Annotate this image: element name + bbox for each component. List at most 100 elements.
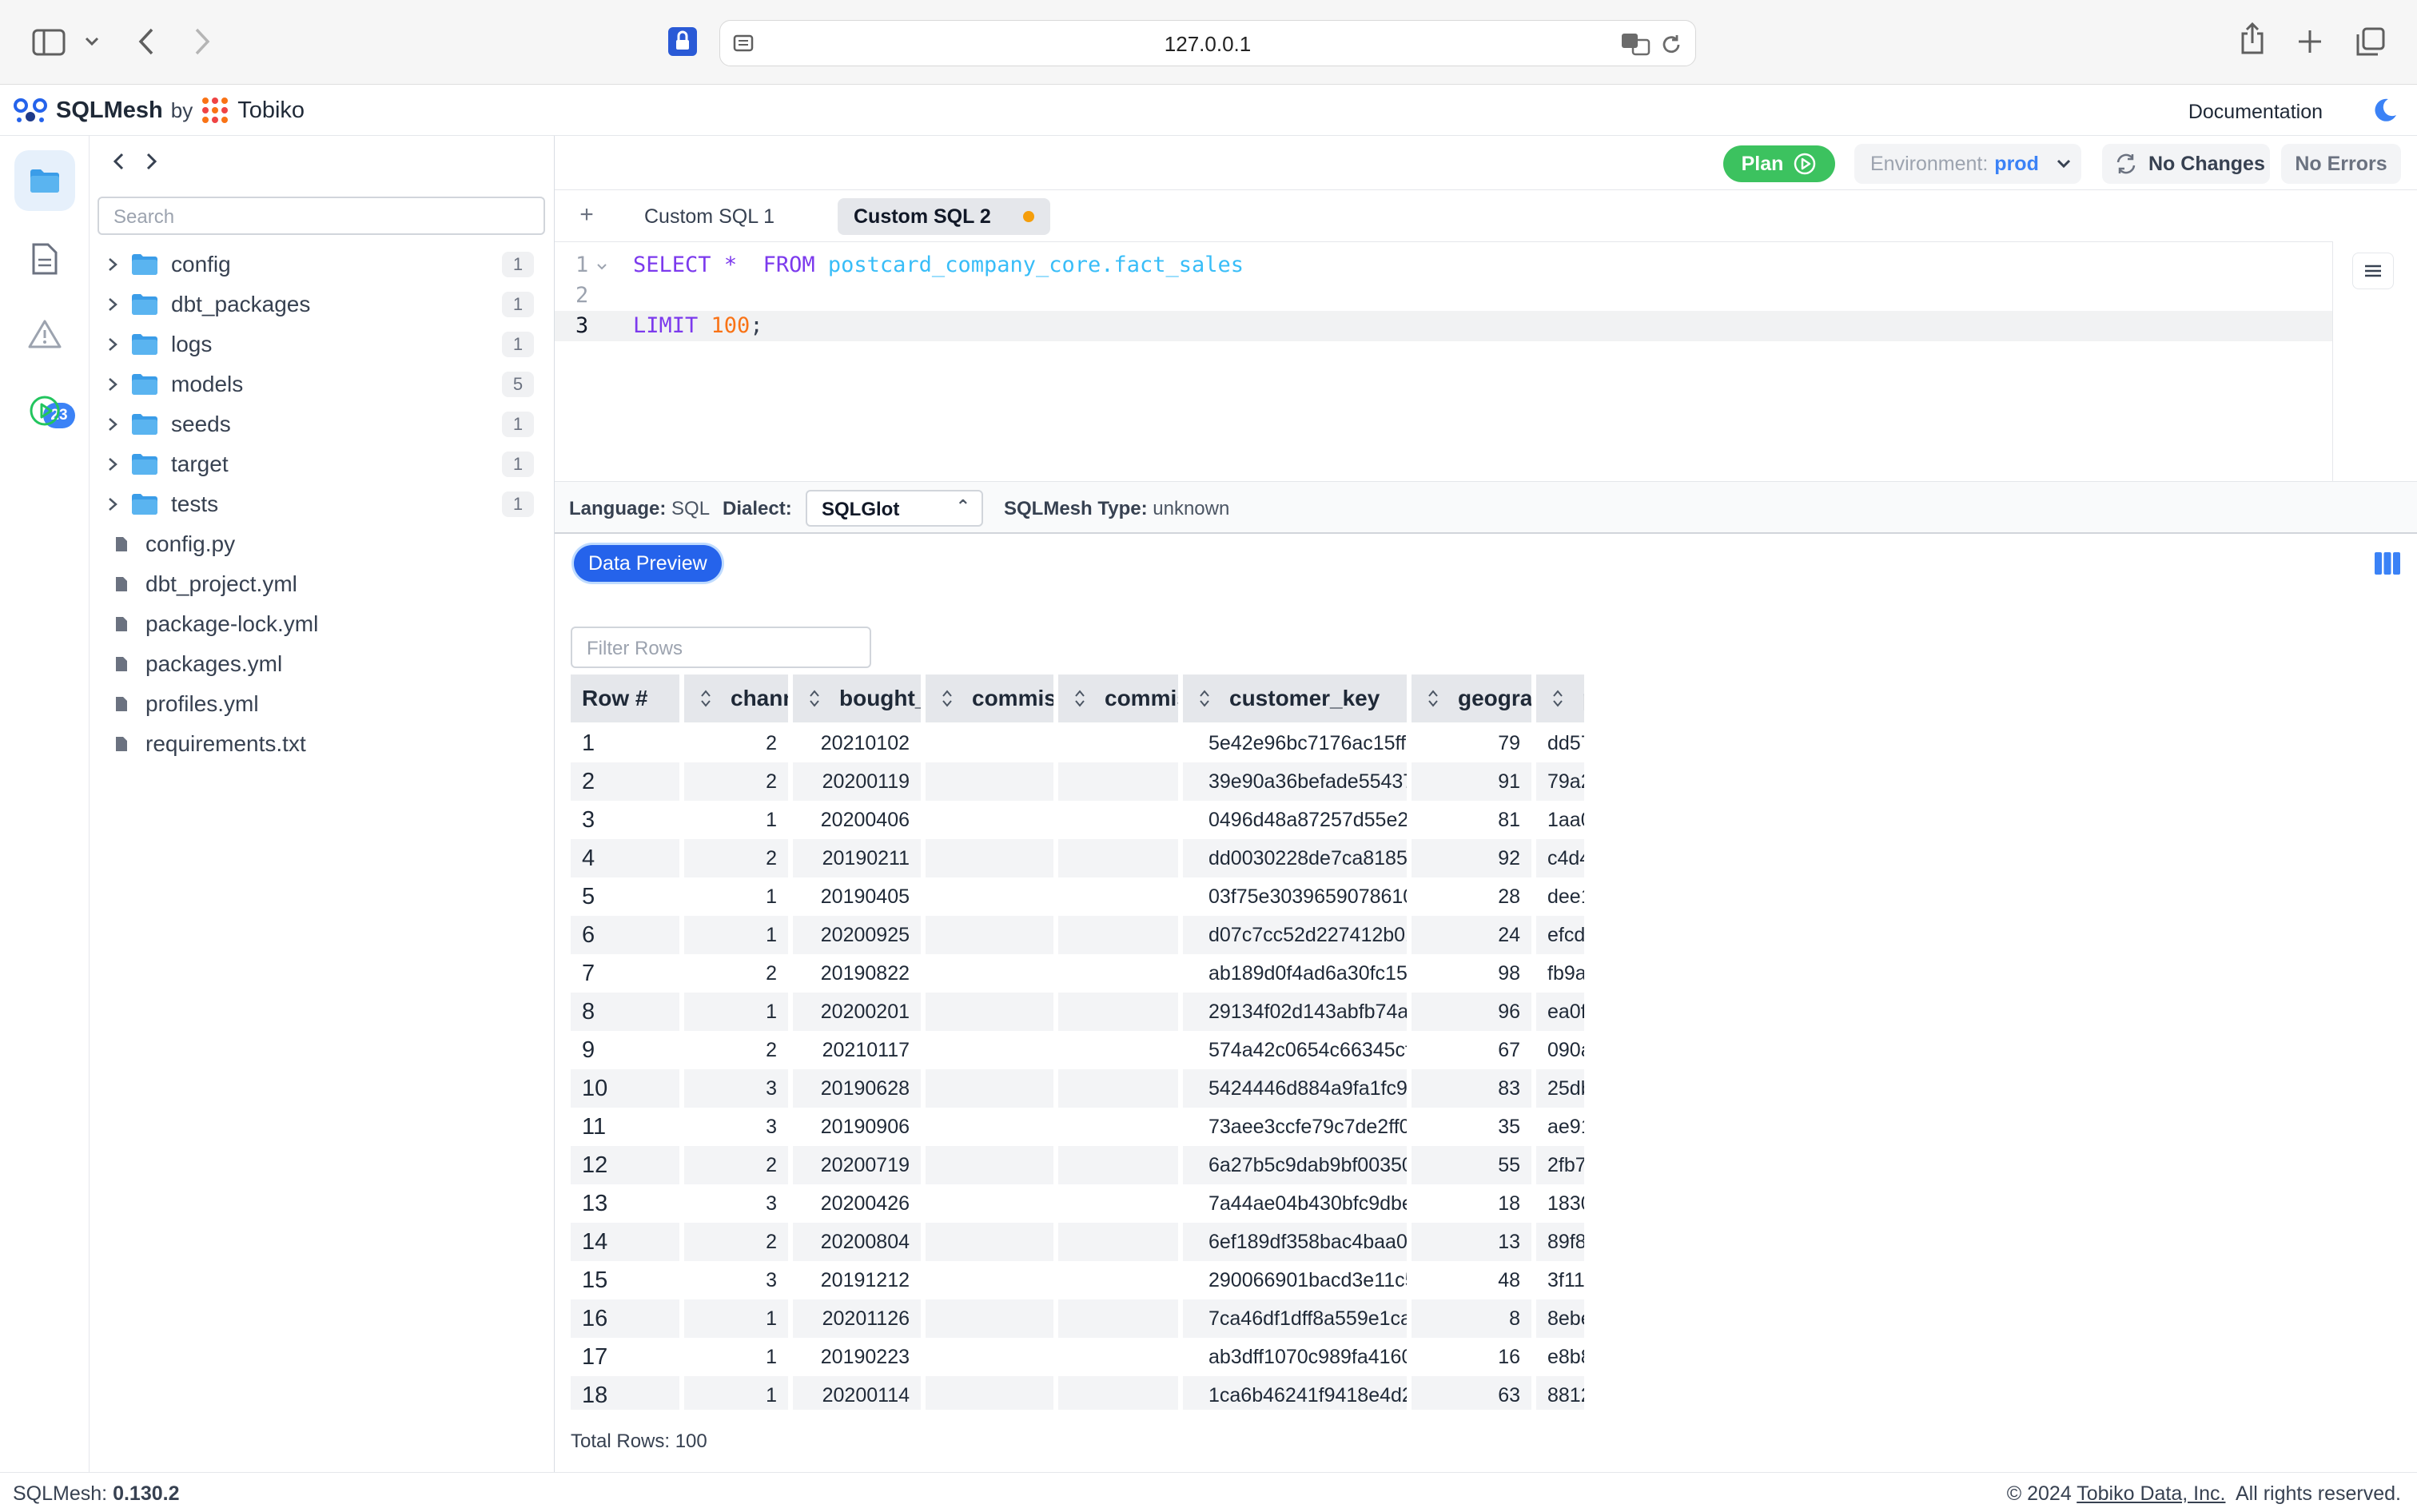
share-icon[interactable] [2240, 22, 2265, 56]
data-preview-tab[interactable]: Data Preview [574, 545, 722, 582]
table-cell [926, 1184, 1053, 1223]
plan-label: Plan [1741, 152, 1784, 175]
folder-target[interactable]: target 1 [98, 444, 545, 484]
table-row[interactable]: 1 2 20210102 5e42e96bc7176ac15ff95930cf8f51… [571, 724, 1589, 762]
table-row[interactable]: 14220200804 6ef189df358bac4baa0d1a4693412… [571, 1223, 1589, 1261]
documentation-link[interactable]: Documentation [2188, 101, 2323, 124]
table-row[interactable]: 10320190628 5424446d884a9fa1fc9af05fc937e… [571, 1069, 1589, 1108]
table-row[interactable]: 18120200114 1ca6b46241f9418e4d24231d72377… [571, 1376, 1589, 1410]
table-cell: e8b8 [1547, 1346, 1584, 1368]
forward-icon[interactable] [145, 152, 158, 171]
files-nav-button[interactable] [14, 150, 75, 211]
column-header[interactable]: pr [1536, 674, 1584, 722]
folder-config[interactable]: config 1 [98, 245, 545, 284]
tab-custom-sql-2[interactable]: Custom SQL 2 [838, 198, 1050, 235]
forward-icon[interactable] [193, 27, 211, 56]
table-cell [1058, 1338, 1178, 1376]
file-count-badge: 1 [502, 491, 534, 517]
table-cell: 20190405 [820, 885, 910, 908]
refresh-icon [2116, 153, 2136, 174]
folder-name: seeds [171, 412, 231, 436]
table-cell [1058, 839, 1178, 877]
folder-name: target [171, 452, 229, 476]
fold-chevron-icon[interactable] [596, 263, 607, 271]
table-row[interactable]: 7 2 20190822 ab189d0f4ad6a30fc15713060fa33d… [571, 954, 1589, 993]
chevron-down-icon[interactable] [85, 37, 99, 46]
table-cell: 3f11 [1547, 1269, 1584, 1291]
table-row[interactable]: 4220190211 dd0030228de7ca81856554726d4f9f… [571, 839, 1589, 877]
column-header[interactable]: geography_key [1412, 674, 1531, 722]
reload-icon[interactable] [1660, 34, 1682, 56]
table-cell: 3 [766, 1116, 777, 1138]
table-row[interactable]: 15 3 20191212 290066901bacd3e11c5bcc32c5a9e… [571, 1261, 1589, 1299]
errors-nav-button[interactable] [14, 304, 75, 364]
company-link[interactable]: Tobiko Data, Inc. [2077, 1482, 2225, 1505]
folder-dbt-packages[interactable]: dbt_packages 1 [98, 284, 545, 324]
search-input[interactable]: Search [98, 197, 545, 235]
table-row[interactable]: 17 1 20190223 ab3dff1070c989fa4160d6ec504a8… [571, 1338, 1589, 1376]
table-row[interactable]: 8120200201 29134f02d143abfb74aead855148b0… [571, 993, 1589, 1031]
table-cell [926, 916, 1053, 954]
table-row[interactable]: 11 3 20190906 73aee3ccfe79c7de2ff07f73d9819… [571, 1108, 1589, 1146]
environment-select[interactable]: Environment: prod [1854, 144, 2081, 184]
dialect-select[interactable]: SQLGlot ⌃ [806, 490, 983, 527]
table-row[interactable]: 3 1 20200406 0496d48a87257d55e2ddafaf52c1d0… [571, 801, 1589, 839]
column-header[interactable]: bought_date_key [793, 674, 921, 722]
table-row[interactable]: 6120200925 d07c7cc52d227412b01a31f3971610… [571, 916, 1589, 954]
translate-icon[interactable] [1620, 32, 1652, 56]
table-cell: 1830 [1547, 1192, 1584, 1215]
file-item[interactable]: packages.yml [98, 644, 545, 684]
tab-overview-icon[interactable] [2356, 27, 2385, 56]
plan-button[interactable]: Plan [1723, 145, 1835, 182]
file-item[interactable]: profiles.yml [98, 684, 545, 724]
tab-label: Custom SQL 2 [854, 205, 991, 228]
filter-rows-input[interactable]: Filter Rows [571, 627, 871, 668]
columns-icon[interactable] [2374, 551, 2401, 575]
column-header[interactable]: commissionpct [1058, 674, 1178, 722]
back-icon[interactable] [112, 152, 125, 171]
changes-button[interactable]: No Changes [2102, 144, 2270, 184]
sort-icon [1075, 690, 1085, 707]
table-row[interactable]: 13 3 20200426 7a44ae04b430bfc9dbe38cb2f427d… [571, 1184, 1589, 1223]
back-icon[interactable] [137, 27, 155, 56]
sidebar-toggle-icon[interactable] [32, 29, 66, 56]
table-cell: 20190628 [793, 1069, 921, 1108]
column-header[interactable]: commissionpaid [926, 674, 1053, 722]
table-cell: ea0f [1536, 993, 1584, 1031]
folder-tests[interactable]: tests 1 [98, 484, 545, 524]
table-cell: 20200719 [793, 1146, 921, 1184]
table-cell: 28 [1498, 885, 1520, 908]
sort-icon [1428, 690, 1438, 707]
file-item[interactable]: package-lock.yml [98, 604, 545, 644]
table-row[interactable]: 5 1 20190405 03f75e3039659078610d93f9ea1a38… [571, 877, 1589, 916]
new-tab-icon[interactable] [2297, 29, 2323, 54]
file-item[interactable]: dbt_project.yml [98, 564, 545, 604]
password-manager-icon[interactable] [667, 26, 699, 58]
folder-models[interactable]: models 5 [98, 364, 545, 404]
address-bar[interactable]: 127.0.0.1 [719, 20, 1696, 66]
brand[interactable]: SQLMesh by Tobiko [13, 96, 305, 125]
dark-mode-icon[interactable] [2372, 97, 2398, 123]
folder-seeds[interactable]: seeds 1 [98, 404, 545, 444]
column-header[interactable]: channel_key [684, 674, 788, 722]
file-count-badge: 1 [502, 412, 534, 437]
plan-nav-button[interactable] [14, 380, 75, 441]
file-item[interactable]: requirements.txt [98, 724, 545, 764]
column-label: bought_date_key [839, 686, 921, 710]
errors-button[interactable]: No Errors [2281, 144, 2401, 184]
column-header[interactable]: Row # [571, 674, 679, 722]
code-line: 2 [555, 281, 2332, 311]
table-row[interactable]: 222020011939e90a36befade554373b7aec9c70f… [571, 762, 1589, 801]
code-editor[interactable]: 1 SELECT * FROM postcard_company_core.fa… [555, 241, 2332, 481]
tab-custom-sql-1[interactable]: Custom SQL 1 [628, 198, 790, 235]
table-row[interactable]: 16120201126 7ca46df1dff8a559e1cab80d4235f… [571, 1299, 1589, 1338]
add-tab-button[interactable]: + [572, 198, 601, 232]
docs-nav-button[interactable] [14, 229, 75, 289]
file-count-badge: 1 [502, 332, 534, 357]
table-row[interactable]: 12220200719 6a27b5c9dab9bf00350d8a981df4c… [571, 1146, 1589, 1184]
folder-logs[interactable]: logs 1 [98, 324, 545, 364]
file-item[interactable]: config.py [98, 524, 545, 564]
column-header[interactable]: customer_key [1183, 674, 1407, 722]
table-row[interactable]: 9 2 20210117 574a42c0654c66345cfa92a9495a21… [571, 1031, 1589, 1069]
editor-menu-button[interactable] [2352, 253, 2394, 289]
